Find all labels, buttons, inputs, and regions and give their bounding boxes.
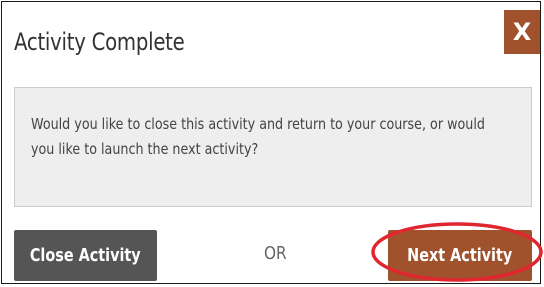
close-icon[interactable]: X [504, 10, 540, 54]
activity-complete-dialog: Activity Complete X Would you like to cl… [1, 1, 541, 284]
next-activity-label: Next Activity [407, 245, 513, 266]
next-activity-button[interactable]: Next Activity [388, 230, 532, 281]
close-activity-button[interactable]: Close Activity [14, 230, 157, 281]
message-panel: Would you like to close this activity an… [14, 87, 532, 207]
dialog-title: Activity Complete [14, 28, 185, 56]
dialog-message: Would you like to close this activity an… [31, 115, 485, 158]
close-activity-label: Close Activity [30, 245, 141, 266]
or-separator: OR [264, 243, 287, 264]
